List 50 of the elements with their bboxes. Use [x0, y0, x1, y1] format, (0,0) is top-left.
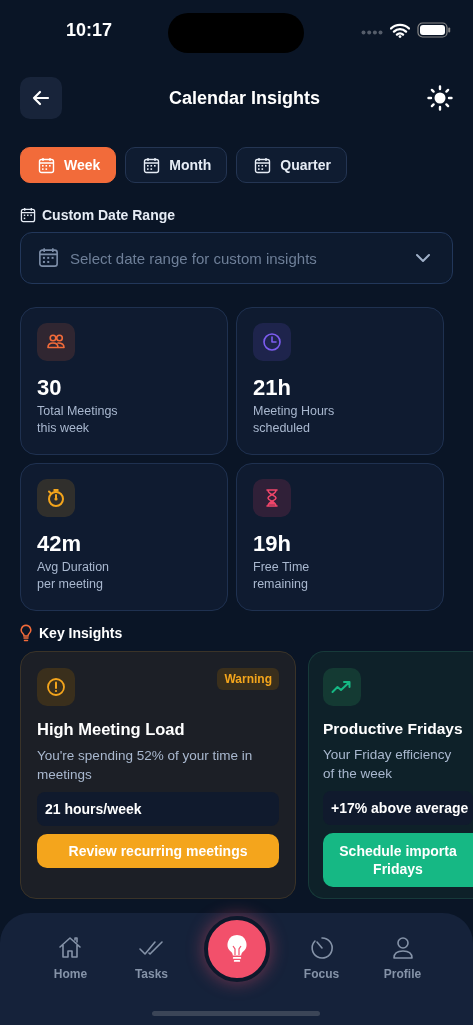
- status-time: 10:17: [66, 19, 114, 41]
- trend-up-icon: [331, 679, 353, 695]
- nav-tab[interactable]: Home: [30, 935, 111, 981]
- section-title: Key Insights: [39, 625, 123, 641]
- stat-label: Meeting Hours: [253, 404, 336, 418]
- sun-icon[interactable]: [427, 85, 453, 111]
- stat-label: Free Time: [253, 560, 311, 574]
- calendar-icon: [38, 156, 55, 174]
- arrow-left-icon: [31, 88, 51, 108]
- nav-tab[interactable]: Profile: [362, 935, 443, 981]
- period-tab[interactable]: Quarter: [236, 147, 347, 183]
- alert-icon: [46, 677, 66, 697]
- stat-sublabel: remaining: [253, 577, 309, 591]
- stat-value: 19h: [253, 531, 292, 557]
- signal-icon: [361, 29, 383, 35]
- warning-tag: Warning: [217, 668, 279, 690]
- insight-title: Productive Fridays: [323, 720, 464, 738]
- insight-description: You're spending 52% of your time in meetings: [37, 747, 254, 784]
- calendar-icon: [20, 207, 36, 223]
- back-button[interactable]: [20, 77, 62, 119]
- nav-tab[interactable]: Tasks: [111, 935, 192, 981]
- insight-title: High Meeting Load: [37, 720, 186, 739]
- lightbulb-icon: [225, 934, 248, 964]
- insights-fab-button[interactable]: [203, 916, 270, 982]
- stat-value: 30: [37, 375, 63, 401]
- stat-value: 42m: [37, 531, 83, 557]
- period-tab[interactable]: Month: [125, 147, 228, 183]
- stat-sublabel: scheduled: [253, 421, 311, 435]
- chevron-down-icon: [415, 253, 431, 263]
- timer-icon: [308, 935, 335, 961]
- lightbulb-icon: [20, 624, 32, 642]
- wifi-icon: [390, 22, 410, 38]
- calendar-icon: [38, 247, 59, 268]
- period-tab[interactable]: Week: [20, 147, 117, 183]
- stat-label: Avg Duration: [37, 560, 111, 574]
- page-title: Calendar Insights: [168, 87, 321, 109]
- nav-tab[interactable]: Focus: [281, 935, 363, 981]
- insight-metric: +17% above average: [323, 791, 473, 825]
- section-label: Custom Date Range: [42, 207, 176, 223]
- stat-sublabel: per meeting: [37, 577, 104, 591]
- insight-description: Your Friday efficiency of the week: [323, 746, 453, 783]
- date-range-dropdown[interactable]: Select date range for custom insights: [20, 232, 453, 284]
- insight-metric: 21 hours/week: [37, 792, 279, 826]
- calendar-icon: [143, 156, 161, 174]
- stat-sublabel: this week: [37, 421, 91, 435]
- stat-value: 21h: [253, 375, 292, 401]
- battery-icon: [417, 22, 451, 38]
- calendar-icon: [254, 156, 272, 174]
- stat-label: Total Meetings: [37, 404, 119, 418]
- house-icon: [57, 935, 84, 961]
